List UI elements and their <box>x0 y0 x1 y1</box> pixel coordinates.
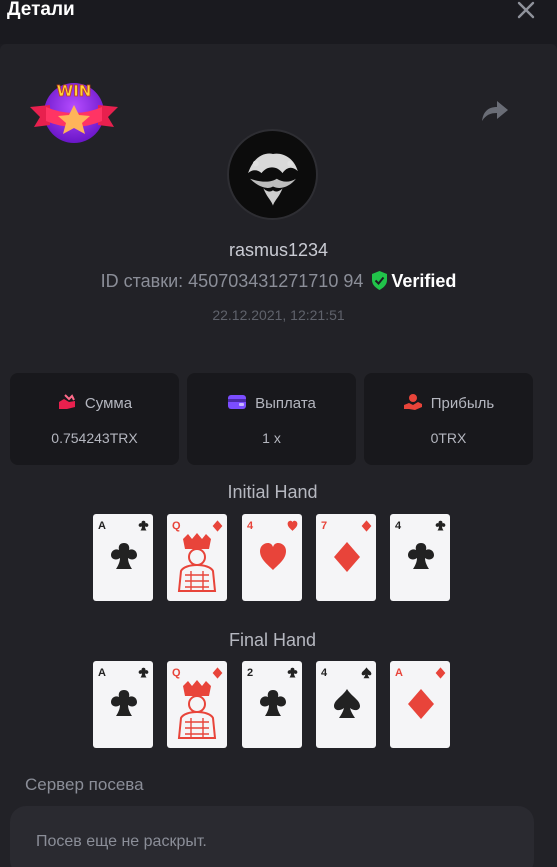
bet-datetime: 22.12.2021, 12:21:51 <box>212 307 345 323</box>
stat-payout-value: 1 x <box>262 430 281 446</box>
clubs-icon <box>260 690 286 716</box>
card-rank: 4 <box>247 520 254 532</box>
stat-amount-value: 0.754243TRX <box>51 430 138 446</box>
card-rank: A <box>98 520 106 532</box>
final-hand-title: Final Hand <box>228 630 317 650</box>
hearts-icon <box>287 520 298 531</box>
initial-card-3: 4 <box>242 514 302 601</box>
stat-payout: Выплата 1 x <box>187 373 356 465</box>
svg-text:WIN: WIN <box>57 82 92 100</box>
initial-card-2: Q <box>167 514 227 601</box>
verified-label: Verified <box>391 271 457 291</box>
bet-id-label: ID ставки: <box>100 271 184 291</box>
modal-title: Детали <box>7 0 75 20</box>
seed-box: Посев еще не раскрыт. <box>10 806 534 867</box>
seed-section-title: Сервер посева <box>25 775 144 794</box>
modal-header: Детали <box>0 0 557 44</box>
initial-card-5: 4 <box>390 514 450 601</box>
hearts-icon <box>260 543 286 570</box>
avatar <box>227 129 318 220</box>
initial-card-1: A <box>93 514 153 601</box>
diamonds-icon <box>435 667 446 679</box>
card-rank: 2 <box>247 667 254 679</box>
amount-icon <box>58 394 75 409</box>
profit-icon <box>403 394 422 410</box>
clubs-icon <box>111 543 137 569</box>
bet-id-row: ID ставки: 450703431271710 94 Verified <box>0 271 557 292</box>
clubs-icon <box>138 667 149 678</box>
wallet-icon <box>228 395 247 409</box>
final-card-3: 2 <box>242 661 302 748</box>
queen-face-icon <box>177 680 217 739</box>
card-rank: A <box>395 667 403 679</box>
diamonds-icon <box>334 542 360 572</box>
close-icon[interactable] <box>515 0 537 21</box>
spades-icon <box>334 689 360 718</box>
clubs-icon <box>287 667 298 678</box>
initial-hand-title: Initial Hand <box>227 482 318 502</box>
diamonds-icon <box>408 689 434 719</box>
stat-payout-label: Выплата <box>255 395 316 412</box>
final-card-4: 4 <box>316 661 376 748</box>
clubs-icon <box>435 520 446 531</box>
spades-icon <box>361 667 372 679</box>
final-card-2: Q <box>167 661 227 748</box>
clubs-icon <box>111 690 137 716</box>
stat-profit-label: Прибыль <box>430 395 495 412</box>
diamonds-icon <box>361 520 372 532</box>
initial-card-4: 7 <box>316 514 376 601</box>
stat-profit-value: 0TRX <box>430 430 467 446</box>
stat-amount-label: Сумма <box>84 395 133 412</box>
bet-id-value: 450703431271710 94 <box>188 271 364 291</box>
avatar-logo-icon <box>229 131 316 218</box>
card-rank: 4 <box>395 520 402 532</box>
stat-amount: Сумма 0.754243TRX <box>10 373 179 465</box>
card-rank: 7 <box>321 520 328 532</box>
final-card-5: A <box>390 661 450 748</box>
seed-message: Посев еще не раскрыт. <box>36 833 207 850</box>
card-rank: A <box>98 667 106 679</box>
stat-profit: Прибыль 0TRX <box>364 373 533 465</box>
clubs-icon <box>138 520 149 531</box>
card-rank: 4 <box>321 667 328 679</box>
clubs-icon <box>408 543 434 569</box>
queen-face-icon <box>177 533 217 592</box>
final-card-1: A <box>93 661 153 748</box>
win-badge-icon: WIN <box>30 82 118 143</box>
share-icon[interactable] <box>481 99 509 123</box>
shield-check-icon <box>372 271 388 290</box>
username: rasmus1234 <box>228 240 329 260</box>
